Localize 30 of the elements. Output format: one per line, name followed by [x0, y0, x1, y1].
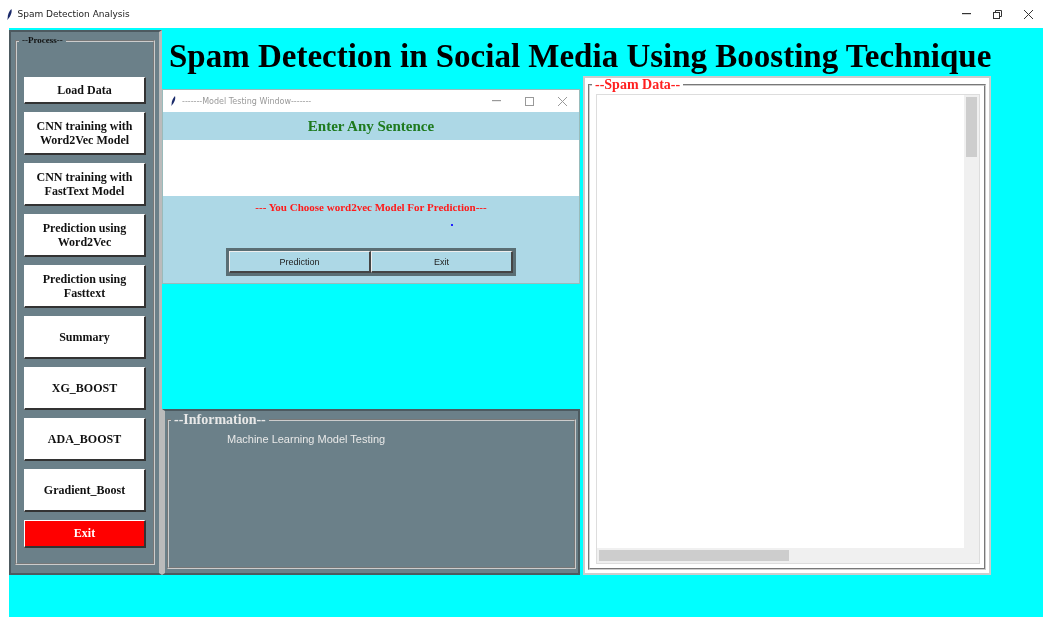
sidebar-button[interactable]: Gradient_Boost — [24, 469, 146, 512]
sidebar-button[interactable]: CNN training with FastText Model — [24, 163, 146, 206]
panel-legend: --Process-- — [19, 36, 66, 45]
prediction-button[interactable]: Prediction — [229, 251, 371, 273]
vertical-scrollbar[interactable] — [964, 95, 979, 548]
close-icon[interactable] — [1024, 9, 1033, 19]
minimize-icon[interactable] — [962, 13, 971, 15]
sidebar-button[interactable]: Load Data — [24, 77, 146, 104]
sidebar-button[interactable]: Summary — [24, 316, 146, 359]
panel-legend: --Information-- — [171, 413, 269, 427]
sidebar-button[interactable]: XG_BOOST — [24, 367, 146, 410]
maximize-icon[interactable] — [525, 96, 534, 106]
feather-icon — [171, 96, 176, 106]
restore-icon[interactable] — [993, 9, 1002, 19]
exit-button[interactable]: Exit — [24, 520, 146, 548]
feather-icon — [7, 8, 13, 20]
exit-button[interactable]: Exit — [371, 251, 513, 273]
sidebar-button[interactable]: Prediction using Word2Vec — [24, 214, 146, 257]
horizontal-scrollbar[interactable] — [597, 548, 979, 563]
sentence-input[interactable] — [163, 140, 579, 196]
model-message: --- You Choose word2vec Model For Prediction--- — [254, 200, 488, 215]
panel-legend: --Spam Data-- — [592, 78, 684, 92]
prompt-label: Enter Any Sentence — [306, 116, 436, 136]
window-title: Spam Detection Analysis — [17, 9, 131, 19]
sidebar-button[interactable]: Prediction using Fasttext — [24, 265, 146, 308]
dialog-title: -------Model Testing Window------- — [182, 96, 313, 106]
info-text: Machine Learning Model Testing — [227, 433, 387, 445]
sidebar-button[interactable]: ADA_BOOST — [24, 418, 146, 461]
sidebar-button[interactable]: CNN training with Word2Vec Model — [24, 112, 146, 155]
page-heading: Spam Detection in Social Media Using Boosting Technique — [168, 37, 993, 76]
